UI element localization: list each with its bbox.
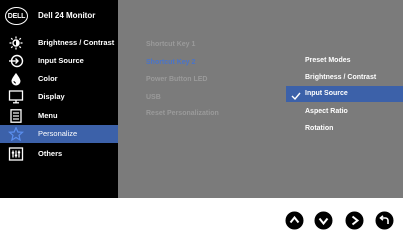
menu-item-others[interactable]: Others <box>0 145 118 163</box>
option-label: Preset Modes <box>305 57 351 64</box>
submenu-item-reset-personalization[interactable]: Reset Personalization <box>146 110 219 117</box>
option-label: Aspect Ratio <box>305 108 348 115</box>
menu-item-label: Menu <box>38 111 58 120</box>
menu-item-label: Personalize <box>38 129 78 138</box>
checkmark-icon <box>291 88 301 101</box>
menu-item-label: Brightness / Contrast <box>38 38 115 47</box>
option-rotation[interactable]: Rotation <box>286 121 403 137</box>
option-brightness-contrast[interactable]: Brightness / Contrast <box>286 70 403 86</box>
submenu-item-usb[interactable]: USB <box>146 94 161 101</box>
osd-header: DELL Dell 24 Monitor <box>0 0 118 34</box>
brightness-icon <box>8 36 24 50</box>
menu-item-display[interactable]: Display <box>0 88 118 106</box>
menu-item-label: Others <box>38 149 63 158</box>
nav-up-button[interactable] <box>285 211 304 230</box>
submenu-item-shortcut-key-2[interactable]: Shortcut Key 2 <box>146 59 195 66</box>
menu-item-menu[interactable]: Menu <box>0 107 118 125</box>
menu-item-label: Display <box>38 92 65 101</box>
submenu-item-power-button-led[interactable]: Power Button LED <box>146 76 207 83</box>
display-icon <box>8 90 24 104</box>
submenu-item-shortcut-key-1[interactable]: Shortcut Key 1 <box>146 41 195 48</box>
monitor-osd: DELL Dell 24 Monitor Brightness / Contra… <box>0 0 403 198</box>
arrow-right-icon <box>345 211 364 230</box>
option-label: Brightness / Contrast <box>305 74 377 81</box>
menu-item-brightness-contrast[interactable]: Brightness / Contrast <box>0 34 118 52</box>
menu-item-input-source[interactable]: Input Source <box>0 52 118 70</box>
nav-back-button[interactable] <box>375 211 394 230</box>
menu-item-label: Input Source <box>38 56 84 65</box>
menu-item-label: Color <box>38 74 58 83</box>
menu-list-icon <box>8 109 24 123</box>
star-icon <box>7 126 25 142</box>
menu-item-color[interactable]: Color <box>0 70 118 88</box>
back-icon <box>375 211 394 230</box>
menu-item-personalize[interactable]: Personalize <box>0 125 118 143</box>
option-label: Rotation <box>305 125 334 132</box>
nav-down-button[interactable] <box>314 211 333 230</box>
option-input-source[interactable]: Input Source <box>286 86 403 102</box>
color-drop-icon <box>8 72 24 86</box>
monitor-title: Dell 24 Monitor <box>38 11 96 20</box>
dell-logo: DELL <box>5 7 28 25</box>
option-aspect-ratio[interactable]: Aspect Ratio <box>286 104 403 120</box>
nav-right-button[interactable] <box>345 211 364 230</box>
option-label: Input Source <box>305 90 348 97</box>
input-source-icon <box>8 54 24 68</box>
others-icon <box>8 147 24 161</box>
arrow-down-icon <box>314 211 333 230</box>
option-preset-modes[interactable]: Preset Modes <box>286 53 403 69</box>
arrow-up-icon <box>285 211 304 230</box>
osd-sidebar: DELL Dell 24 Monitor Brightness / Contra… <box>0 0 118 198</box>
